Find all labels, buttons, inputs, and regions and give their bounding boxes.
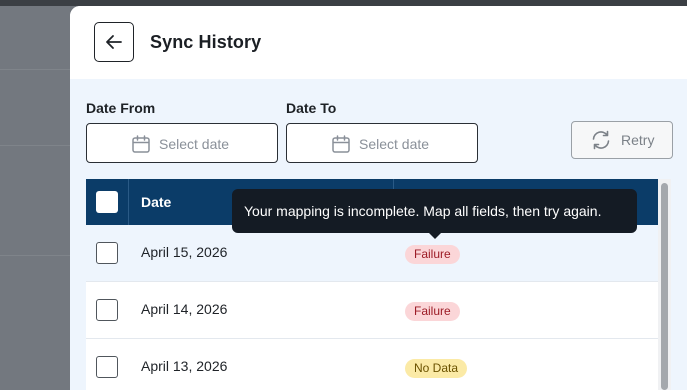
page-title: Sync History xyxy=(150,32,262,52)
column-header-date: Date xyxy=(141,194,172,210)
arrow-left-icon xyxy=(106,35,122,49)
calendar-icon xyxy=(132,135,150,153)
retry-label: Retry xyxy=(621,132,655,148)
row-date: April 14, 2026 xyxy=(141,301,228,317)
row-checkbox[interactable] xyxy=(96,242,118,264)
row-date: April 15, 2026 xyxy=(141,244,228,260)
backdrop-divider xyxy=(0,145,70,146)
row-checkbox[interactable] xyxy=(96,356,118,378)
date-to-input[interactable]: Select date xyxy=(286,123,478,163)
status-badge: Failure xyxy=(405,245,460,264)
panel-content: Date From Select date Date To Select dat… xyxy=(70,79,687,390)
table-row[interactable]: April 15, 2026 Failure xyxy=(86,225,658,282)
error-tooltip: Your mapping is incomplete. Map all fiel… xyxy=(232,189,637,239)
date-from-input[interactable]: Select date xyxy=(86,123,278,163)
refresh-icon xyxy=(592,130,610,150)
page-backdrop xyxy=(0,0,687,390)
retry-button[interactable]: Retry xyxy=(571,121,673,159)
header-select-cell xyxy=(86,179,129,225)
date-from-placeholder: Select date xyxy=(159,136,230,152)
date-from-label: Date From xyxy=(86,100,156,116)
table-row[interactable]: April 13, 2026 No Data xyxy=(86,339,658,390)
tooltip-text: Your mapping is incomplete. Map all fiel… xyxy=(244,203,602,219)
row-checkbox[interactable] xyxy=(96,299,118,321)
date-to-label: Date To xyxy=(286,100,337,116)
back-button[interactable] xyxy=(94,22,134,62)
table-scrollbar-thumb[interactable] xyxy=(661,183,668,390)
table-row[interactable]: April 14, 2026 Failure xyxy=(86,282,658,339)
row-date: April 13, 2026 xyxy=(141,358,228,374)
date-to-placeholder: Select date xyxy=(359,136,430,152)
backdrop-divider xyxy=(0,69,70,70)
status-badge: No Data xyxy=(405,359,468,378)
calendar-icon xyxy=(332,135,350,153)
status-badge: Failure xyxy=(405,302,460,321)
backdrop-divider xyxy=(0,255,70,256)
tooltip-arrow xyxy=(428,232,442,239)
select-all-checkbox[interactable] xyxy=(96,191,118,213)
panel-header: Sync History xyxy=(70,6,687,79)
